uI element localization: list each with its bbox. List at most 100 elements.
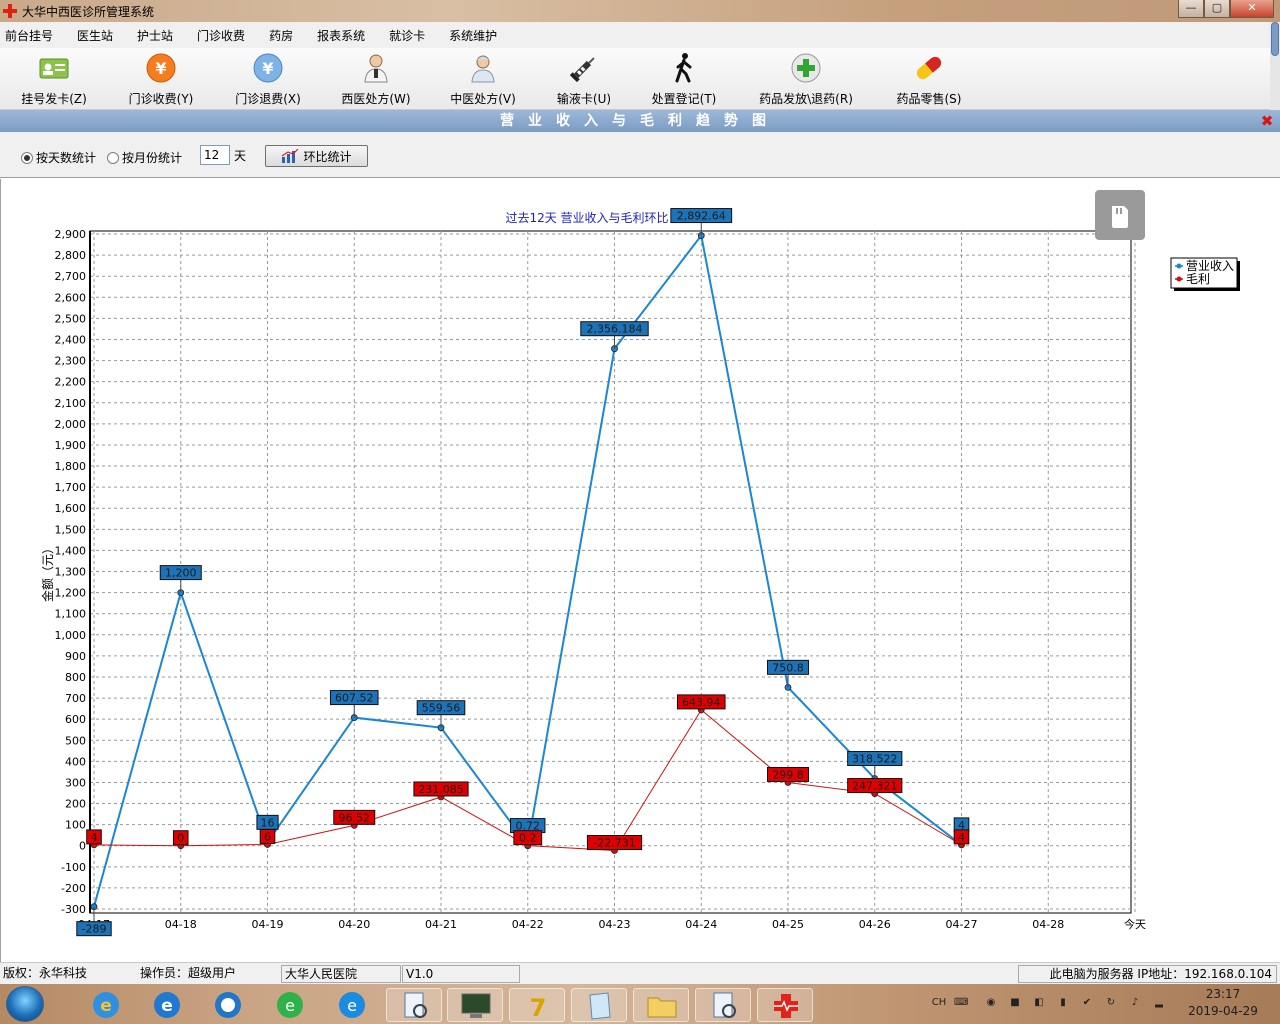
menu-visit-card[interactable]: 就诊卡 — [389, 27, 425, 44]
minimize-button[interactable]: — — [1178, 0, 1204, 18]
chinese-rx-label: 中医处方(V) — [450, 92, 516, 106]
green-refresh-icon[interactable]: e — [262, 988, 318, 1022]
panel-close-button[interactable]: ✖ — [1259, 113, 1275, 129]
menu-doctor-station[interactable]: 医生站 — [77, 27, 113, 44]
window-title: 大华中西医诊所管理系统 — [22, 5, 155, 19]
svg-text:e: e — [161, 996, 173, 1016]
data-label: 6 — [264, 830, 271, 843]
radio-by-day-circle[interactable] — [21, 151, 33, 164]
data-label: -289 — [82, 923, 107, 936]
menu-bar: 前台挂号 医生站 护士站 门诊收费 药房 报表系统 就诊卡 系统维护 — [0, 22, 1270, 48]
ime-indicator[interactable]: CH — [930, 996, 948, 1010]
bar-chart-icon — [282, 149, 299, 163]
status-hospital: 大华人民医院 — [281, 965, 401, 983]
start-button[interactable] — [6, 986, 44, 1022]
close-window-button[interactable]: ✕ — [1230, 0, 1274, 18]
volume-icon[interactable]: ♪ — [1128, 996, 1142, 1010]
compare-button[interactable]: 环比统计 — [265, 145, 368, 167]
id-card-icon — [39, 58, 69, 79]
infusion-card-button[interactable]: 输液卡(U) — [552, 52, 616, 108]
syringe-icon — [569, 57, 595, 83]
data-label: 0.2 — [519, 832, 537, 845]
dispense-return-button[interactable]: 药品发放\退药(R) — [755, 52, 857, 108]
x-tick-label: 04-19 — [252, 918, 284, 931]
signal-icon[interactable]: ▂ — [1152, 996, 1166, 1010]
y-tick-label: 600 — [65, 713, 86, 726]
x-tick-label: 04-28 — [1032, 918, 1064, 931]
register-card-button[interactable]: 挂号发卡(Z) — [18, 52, 90, 108]
y-tick-label: 1,600 — [55, 502, 87, 515]
tray-app-icon[interactable]: ◧ — [1032, 996, 1046, 1010]
svg-text:¥: ¥ — [262, 59, 273, 78]
x-tick-label: 04-18 — [165, 918, 197, 931]
green-square-icon[interactable]: ■ — [1008, 996, 1022, 1010]
data-label: 750.8 — [772, 661, 804, 674]
scrollbar-thumb[interactable] — [1271, 22, 1279, 56]
notepad-icon[interactable] — [571, 988, 627, 1022]
keyboard-icon[interactable]: ⌨ — [954, 996, 968, 1010]
x-tick-label: 04-23 — [599, 918, 631, 931]
billing-button[interactable]: ¥ 门诊收费(Y) — [125, 52, 197, 108]
ie-icon[interactable]: e — [78, 988, 134, 1022]
browser-icon[interactable] — [200, 988, 256, 1022]
ie-blue-icon[interactable]: e — [324, 988, 380, 1022]
y-tick-label: -200 — [61, 882, 86, 895]
chinese-doctor-icon — [471, 55, 495, 83]
retail-button[interactable]: 药品零售(S) — [893, 52, 965, 108]
stat-options: 按天数统计 按月份统计 — [0, 132, 1280, 178]
network-sync-icon[interactable]: ↻ — [1104, 996, 1118, 1010]
refund-button[interactable]: ¥ 门诊退费(X) — [232, 52, 304, 108]
days-input[interactable]: 12 — [200, 145, 230, 165]
green-circle-icon[interactable]: ◉ — [984, 996, 998, 1010]
data-label: 1,200 — [165, 567, 197, 580]
y-tick-label: 700 — [65, 692, 86, 705]
western-rx-button[interactable]: 西医处方(W) — [340, 52, 412, 108]
y-tick-label: -100 — [61, 861, 86, 874]
medicine-plus-icon — [791, 53, 821, 83]
y-tick-label: 1,400 — [55, 544, 87, 557]
yuan-coin-icon: ¥ — [146, 53, 176, 83]
y-tick-label: 2,200 — [55, 376, 87, 389]
data-label: 318.522 — [852, 753, 898, 766]
usb-icon[interactable]: ▮ — [1056, 996, 1070, 1010]
retail-label: 药品零售(S) — [896, 92, 962, 106]
y-tick-label: 2,000 — [55, 418, 87, 431]
seven-zip-icon[interactable]: 7 — [509, 988, 565, 1022]
yuan-refund-icon: ¥ — [253, 53, 283, 83]
svg-text:7: 7 — [530, 994, 547, 1022]
taskbar: e e e e 7 CH ⌨ ◉ ■ ◧ ▮ ✔ ↻ ♪ ▂ 23:17 201… — [0, 984, 1280, 1024]
panel-title: 营业收入与毛利趋势图 — [0, 110, 1280, 132]
magnifier-doc-icon[interactable] — [386, 988, 442, 1022]
menu-reports[interactable]: 报表系统 — [317, 27, 365, 44]
y-tick-label: 1,700 — [55, 481, 87, 494]
folder-icon[interactable] — [633, 988, 689, 1022]
radio-by-day[interactable]: 按天数统计 — [21, 149, 96, 166]
menu-system[interactable]: 系统维护 — [449, 27, 497, 44]
chinese-rx-button[interactable]: 中医处方(V) — [447, 52, 519, 108]
radio-by-month[interactable]: 按月份统计 — [107, 149, 182, 166]
security-check-icon[interactable]: ✔ — [1080, 996, 1094, 1010]
camera-button[interactable] — [1095, 190, 1145, 240]
radio-by-month-circle[interactable] — [107, 151, 119, 164]
data-label: 16 — [261, 816, 275, 829]
menu-front-desk[interactable]: 前台挂号 — [5, 27, 53, 44]
y-tick-label: 900 — [65, 650, 86, 663]
magnifier-doc-icon[interactable] — [695, 988, 751, 1022]
legend-label: 营业收入 — [1186, 259, 1234, 273]
menu-pharmacy[interactable]: 药房 — [269, 27, 293, 44]
ie-icon[interactable]: e — [139, 988, 195, 1022]
y-tick-label: 2,300 — [55, 355, 87, 368]
medical-app-icon[interactable] — [757, 988, 813, 1022]
y-axis-label: 金额（元） — [40, 542, 55, 602]
x-tick-label: 04-27 — [946, 918, 978, 931]
treatment-register-button[interactable]: 处置登记(T) — [648, 52, 720, 108]
compare-button-label: 环比统计 — [303, 149, 352, 164]
menu-billing[interactable]: 门诊收费 — [197, 27, 245, 44]
clock[interactable]: 23:17 2019-04-29 — [1182, 986, 1264, 1020]
monitor-icon[interactable] — [447, 988, 503, 1022]
data-label: 299.8 — [772, 768, 804, 781]
maximize-button[interactable]: ▢ — [1204, 0, 1230, 18]
y-tick-label: -300 — [61, 903, 86, 916]
menu-nurse-station[interactable]: 护士站 — [137, 27, 173, 44]
x-tick-label: 今天 — [1124, 917, 1146, 931]
